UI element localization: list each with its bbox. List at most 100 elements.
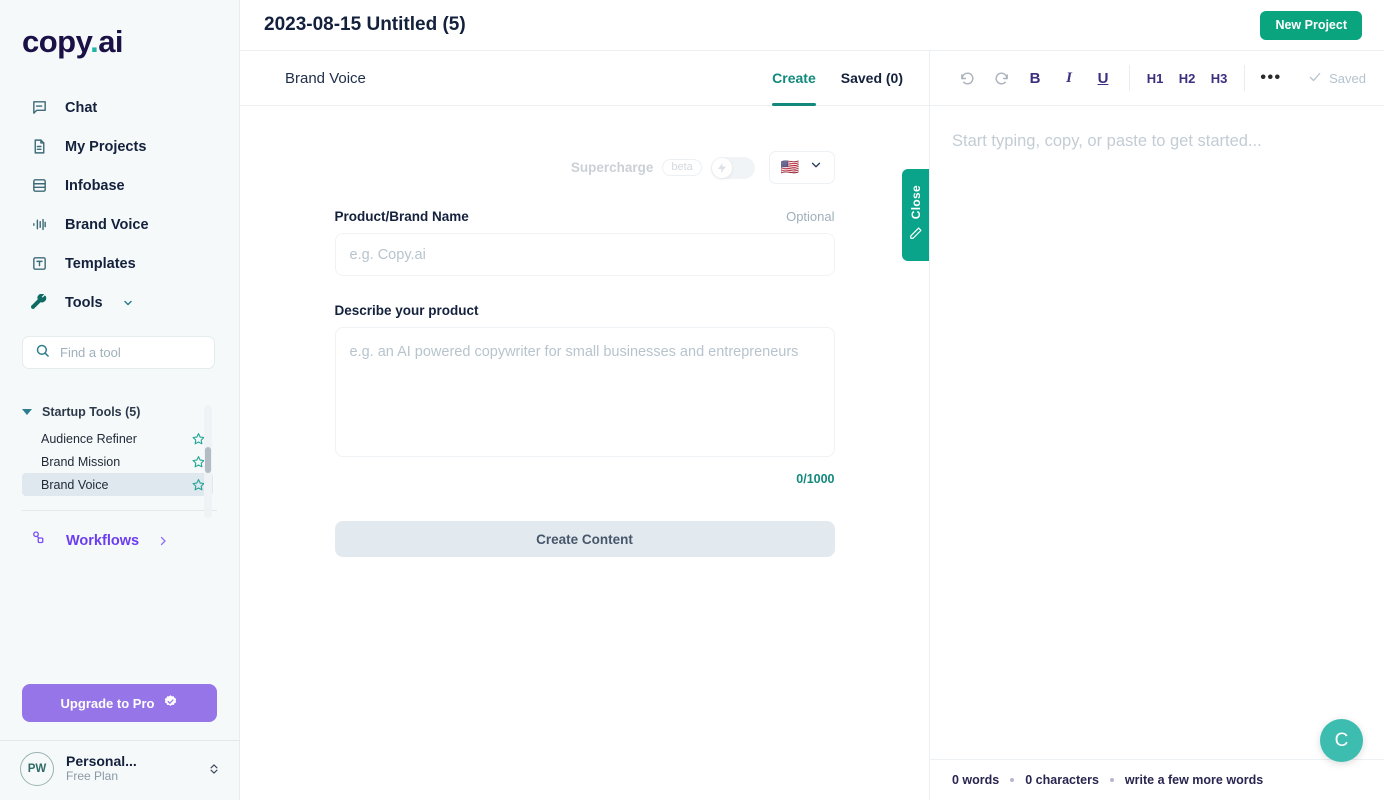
new-project-button[interactable]: New Project (1260, 10, 1362, 40)
tab-saved[interactable]: Saved (0) (841, 51, 903, 105)
search-input[interactable] (60, 345, 202, 360)
upgrade-to-pro-button[interactable]: Upgrade to Pro (22, 684, 217, 722)
describe-product-label: Describe your product (334, 303, 479, 318)
user-account-row[interactable]: PW Personal... Free Plan (0, 741, 239, 786)
sidebar-item-workflows[interactable]: Workflows (0, 511, 239, 552)
heading-3-button[interactable]: H3 (1203, 62, 1235, 94)
sidebar-item-tools[interactable]: Tools (0, 283, 239, 322)
status-hint: write a few more words (1124, 773, 1264, 787)
character-counter: 0/1000 (796, 472, 835, 486)
tab-create[interactable]: Create (772, 51, 816, 106)
tool-group-label: Startup Tools (5) (42, 405, 141, 419)
sidebar-item-brand-voice[interactable]: Brand Voice (0, 205, 239, 244)
logo-dot: . (90, 24, 99, 59)
caret-down-icon (22, 409, 32, 415)
close-panel-label: Close (908, 184, 923, 220)
tool-form-panel: Brand Voice Create Saved (0) Supercharge… (240, 51, 930, 800)
describe-product-textarea[interactable] (334, 327, 835, 457)
chevron-down-icon (122, 297, 134, 309)
document-icon (30, 138, 48, 156)
sidebar-item-templates[interactable]: Templates (0, 244, 239, 283)
upgrade-label: Upgrade to Pro (60, 695, 155, 711)
create-content-button[interactable]: Create Content (334, 521, 835, 557)
redo-icon[interactable] (984, 62, 1018, 94)
toolbar-divider (1129, 65, 1130, 91)
sidebar-item-label: My Projects (65, 138, 147, 155)
product-name-label-row: Product/Brand Name Optional (335, 209, 835, 224)
supercharge-control[interactable]: Supercharge beta (570, 156, 755, 179)
pencil-icon (909, 226, 923, 245)
tool-item-label: Brand Mission (41, 454, 121, 469)
separator-dot (1010, 778, 1015, 782)
undo-icon[interactable] (950, 62, 984, 94)
sidebar-item-infobase[interactable]: Infobase (0, 166, 239, 205)
lightning-bolt-icon (711, 157, 732, 178)
tool-list-scroll-area: Startup Tools (5) Audience Refiner Brand… (0, 405, 239, 518)
workspace-split: Brand Voice Create Saved (0) Supercharge… (240, 51, 1384, 800)
app-root: copy.ai Chat My Projects Infobase Brand … (0, 0, 1384, 800)
tool-item-label: Audience Refiner (41, 431, 137, 446)
describe-product-label-row: Describe your product (335, 303, 835, 318)
heading-1-button[interactable]: H1 (1139, 62, 1171, 94)
chevron-down-icon (809, 158, 823, 177)
close-panel-tab[interactable]: Close (902, 169, 929, 261)
bold-button[interactable]: B (1018, 62, 1052, 94)
separator-dot (1109, 778, 1114, 782)
sidebar-item-chat[interactable]: Chat (0, 88, 239, 127)
toolbar-divider (1244, 65, 1245, 91)
saved-indicator: Saved (1308, 70, 1366, 87)
tool-item-audience-refiner[interactable]: Audience Refiner (22, 427, 213, 450)
us-flag-icon: 🇺🇸 (780, 159, 800, 176)
editor-toolbar: B I U H1 H2 H3 ••• Saved (930, 51, 1384, 106)
main-area: 2023-08-15 Untitled (5) New Project Bran… (240, 0, 1384, 800)
product-name-label: Product/Brand Name (334, 209, 469, 224)
supercharge-label: Supercharge (570, 160, 654, 175)
tool-search[interactable] (22, 336, 215, 369)
logo-text: copy (22, 24, 91, 59)
user-name: Personal... (66, 753, 137, 770)
app-logo[interactable]: copy.ai (0, 0, 239, 70)
language-selector[interactable]: 🇺🇸 (768, 151, 835, 184)
database-icon (30, 177, 48, 195)
tool-item-brand-voice[interactable]: Brand Voice (22, 473, 213, 496)
user-plan: Free Plan (66, 769, 119, 784)
word-count: 0 words (952, 773, 1000, 787)
badge-check-icon (163, 694, 178, 712)
character-count: 0 characters (1025, 773, 1099, 787)
tool-item-brand-mission[interactable]: Brand Mission (22, 450, 213, 473)
underline-button[interactable]: U (1086, 62, 1120, 94)
editor-content[interactable]: Start typing, copy, or paste to get star… (930, 106, 1384, 759)
product-name-input[interactable] (334, 233, 835, 276)
editor-panel: B I U H1 H2 H3 ••• Saved Start typing, c… (930, 51, 1384, 800)
supercharge-toggle[interactable] (710, 156, 755, 179)
sidebar-item-label: Tools (65, 294, 103, 311)
sidebar-item-label: Infobase (65, 177, 125, 194)
sidebar: copy.ai Chat My Projects Infobase Brand … (0, 0, 240, 800)
sidebar-item-label: Brand Voice (65, 216, 149, 233)
help-fab-button[interactable]: C (1320, 719, 1363, 762)
tool-form-header: Brand Voice Create Saved (0) (240, 51, 929, 106)
workspace-switcher-icon[interactable] (207, 760, 221, 778)
tool-list-scrollbar-thumb[interactable] (205, 447, 211, 473)
tool-group-header[interactable]: Startup Tools (5) (22, 405, 213, 419)
sidebar-footer: Upgrade to Pro PW Personal... Free Plan (0, 684, 239, 800)
logo-suffix: ai (98, 24, 124, 59)
tool-tabs: Create Saved (0) (772, 51, 903, 106)
search-icon (35, 343, 50, 363)
tool-item-label: Brand Voice (41, 477, 109, 492)
workflows-label: Workflows (66, 532, 140, 549)
editor-status-bar: 0 words 0 characters write a few more wo… (930, 759, 1384, 800)
sidebar-item-my-projects[interactable]: My Projects (0, 127, 239, 166)
heading-2-button[interactable]: H2 (1171, 62, 1203, 94)
sidebar-nav: Chat My Projects Infobase Brand Voice Te… (0, 88, 239, 322)
chat-bubble-icon (30, 99, 48, 117)
chevron-right-icon (157, 535, 169, 547)
waveform-icon (30, 216, 48, 234)
more-options-icon[interactable]: ••• (1254, 62, 1288, 94)
beta-badge: beta (662, 159, 702, 176)
user-info: Personal... Free Plan (66, 753, 195, 785)
wrench-icon (30, 293, 48, 312)
italic-button[interactable]: I (1052, 62, 1086, 94)
tool-name-heading: Brand Voice (285, 69, 366, 87)
check-icon (1308, 70, 1322, 87)
